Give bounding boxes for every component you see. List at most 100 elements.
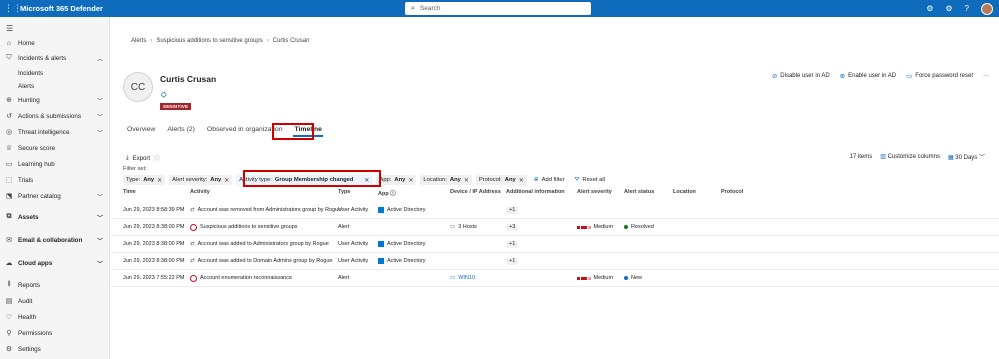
column-header-time[interactable]: Time [123, 189, 136, 195]
column-header-type[interactable]: Type [338, 189, 350, 195]
tab-alerts[interactable]: Alerts (2) [166, 126, 196, 137]
health-icon: ♡ [5, 314, 13, 321]
force-password-reset-button[interactable]: ▭ Force password reset [906, 72, 973, 80]
avatar[interactable] [981, 2, 993, 15]
sidebar-item-health[interactable]: ♡ Health [0, 311, 110, 323]
person-block-icon: ⊘ [771, 73, 778, 80]
sidebar-item-trials[interactable]: ⬚ Trials [0, 174, 110, 186]
column-header-app[interactable]: App ⓘ [378, 189, 396, 197]
column-header-protocol[interactable]: Protocol [721, 189, 743, 195]
table-row[interactable]: Jun 29, 2023 7:55:22 PM Account enumerat… [111, 270, 999, 287]
filter-chip-location[interactable]: Location: Any ✕ [420, 175, 472, 185]
home-icon: ⌂ [6, 39, 12, 47]
column-header-info[interactable]: Additional information [506, 189, 565, 195]
main-content: Alerts › Suspicious additions to sensitiv… [111, 17, 999, 359]
export-button[interactable]: ⤓ Export ⓘ [126, 154, 160, 163]
additional-info-badge[interactable]: +1 [506, 257, 519, 265]
enable-user-button[interactable]: ⊕ Enable user in AD [840, 72, 896, 80]
sidebar-item-threat-intel[interactable]: ◎ Threat intelligence ﹀ [0, 126, 110, 138]
date-range-dropdown[interactable]: ▦ 30 Days ﹀ [948, 152, 985, 161]
customize-columns-button[interactable]: ▥ Customize columns [880, 153, 940, 160]
app-title[interactable]: Microsoft 365 Defender [20, 4, 103, 13]
sidebar-item-incidents-alerts[interactable]: ⛉ Incidents & alerts ︿ [0, 52, 110, 64]
additional-info-badge[interactable]: +1 [506, 240, 519, 248]
sidebar-item-reports[interactable]: ⦀ Reports [0, 279, 110, 291]
filter-chip-type[interactable]: Type: Any ✕ [123, 175, 166, 185]
close-icon[interactable]: ✕ [519, 177, 524, 184]
tab-overview[interactable]: Overview [126, 126, 156, 137]
column-header-severity[interactable]: Alert severity [577, 189, 612, 195]
more-actions-button[interactable]: ··· [983, 73, 989, 79]
add-filter-button[interactable]: ⊕ Add filter [531, 175, 568, 185]
hunting-icon: ⊕ [6, 97, 12, 104]
column-header-status[interactable]: Alert status [624, 189, 654, 195]
add-icon: ⊕ [533, 177, 539, 183]
sidebar-item-secure-score[interactable]: ♕ Secure score [0, 142, 110, 154]
windows-icon [378, 241, 384, 247]
close-icon[interactable]: ✕ [224, 177, 229, 184]
password-icon: ▭ [906, 73, 913, 80]
search-box[interactable]: ⌕ Search [405, 2, 591, 15]
breadcrumb-user: Curtis Crusan [272, 38, 310, 44]
table-row[interactable]: Jun 29, 2023 8:58:39 PM ⇄ Account was rem… [111, 202, 999, 219]
sidebar-item-actions[interactable]: ↺ Actions & submissions ﹀ [0, 110, 110, 122]
sidebar-item-hunting[interactable]: ⊕ Hunting ﹀ [0, 94, 110, 106]
help-icon[interactable]: ? [965, 4, 969, 13]
alert-icon [190, 274, 197, 282]
additional-info-badge[interactable]: +3 [506, 223, 519, 231]
sidebar-item-settings[interactable]: ⚙ Settings [0, 343, 110, 355]
sidebar-item-alerts[interactable]: Alerts [0, 80, 110, 92]
table-row[interactable]: Jun 29, 2023 8:38:00 PM ⇄ Account was add… [111, 236, 999, 253]
sidebar-item-learning-hub[interactable]: ▭ Learning hub [0, 158, 110, 170]
sidebar-item-partner-catalog[interactable]: ⬔ Partner catalog ﹀ [0, 190, 110, 202]
chevron-down-icon: ﹀ [978, 155, 985, 161]
close-icon[interactable]: ✕ [408, 177, 413, 184]
chevron-down-icon: ﹀ [96, 130, 103, 137]
table-row[interactable]: Jun 29, 2023 8:38:00 PM Suspicious addit… [111, 219, 999, 236]
breadcrumb-alerts[interactable]: Alerts [131, 38, 146, 44]
severity-bars [577, 276, 591, 280]
filter-icon: ⛛ [574, 176, 580, 183]
filter-chip-protocol[interactable]: Protocol: Any ✕ [475, 175, 527, 185]
hamburger-icon[interactable]: ☰ [6, 24, 13, 33]
close-icon[interactable]: ✕ [464, 177, 469, 184]
device-link[interactable]: WIN10 [458, 275, 475, 281]
chevron-down-icon: ﹀ [96, 114, 103, 121]
sidebar-item-permissions[interactable]: ⚲ Permissions [0, 327, 110, 339]
cloud-icon: ☁ [5, 260, 13, 267]
chevron-down-icon: ﹀ [96, 98, 103, 105]
download-icon: ⤓ [126, 155, 129, 161]
close-icon[interactable]: ✕ [157, 177, 162, 184]
sidebar-item-incidents[interactable]: Incidents [0, 67, 110, 79]
search-icon: ⌕ [411, 4, 415, 12]
columns-icon: ▥ [880, 154, 886, 160]
filter-chip-alert-severity[interactable]: Alert severity: Any ✕ [169, 175, 233, 185]
column-header-activity[interactable]: Activity [190, 189, 210, 195]
column-header-location[interactable]: Location [673, 189, 696, 195]
breadcrumb: Alerts › Suspicious additions to sensitiv… [131, 38, 310, 44]
reset-all-button[interactable]: ⛛ Reset all [572, 175, 608, 185]
email-icon: ✉ [6, 237, 12, 244]
assets-icon: ⧉ [6, 213, 12, 220]
sidebar-item-email[interactable]: ✉ Email & collaboration ﹀ [0, 234, 110, 246]
filter-chip-app[interactable]: App: Any ✕ [376, 175, 417, 185]
disable-user-button[interactable]: ⊘ Disable user in AD [772, 72, 830, 80]
additional-info-badge[interactable]: +1 [506, 206, 519, 214]
settings-icon: ⚙ [5, 346, 13, 353]
sidebar-item-assets[interactable]: ⧉ Assets ﹀ [0, 211, 110, 223]
windows-icon [378, 258, 384, 264]
sidebar-item-home[interactable]: ⌂ Home [0, 37, 110, 49]
app-launcher-icon[interactable]: ⋮⋮⋮ [0, 0, 22, 17]
catalog-icon: ⬔ [5, 193, 13, 200]
device-icon: ▭ [450, 275, 456, 281]
sidebar-item-cloud-apps[interactable]: ☁ Cloud apps ﹀ [0, 257, 110, 269]
breadcrumb-alert-name[interactable]: Suspicious additions to sensitive groups [156, 38, 262, 44]
settings-icon[interactable]: ⚙ [945, 4, 952, 13]
table-row[interactable]: Jun 29, 2023 8:38:00 PM ⇄ Account was add… [111, 253, 999, 270]
table-tools: 17 items ▥ Customize columns ▦ 30 Days ﹀ [849, 152, 985, 162]
items-count: 17 items [849, 153, 873, 160]
column-header-device[interactable]: Device / IP Address [450, 189, 501, 195]
sidebar-item-audit[interactable]: ▤ Audit [0, 295, 110, 307]
trials-icon: ⬚ [5, 177, 13, 184]
community-icon[interactable]: ⚙ [926, 4, 933, 13]
